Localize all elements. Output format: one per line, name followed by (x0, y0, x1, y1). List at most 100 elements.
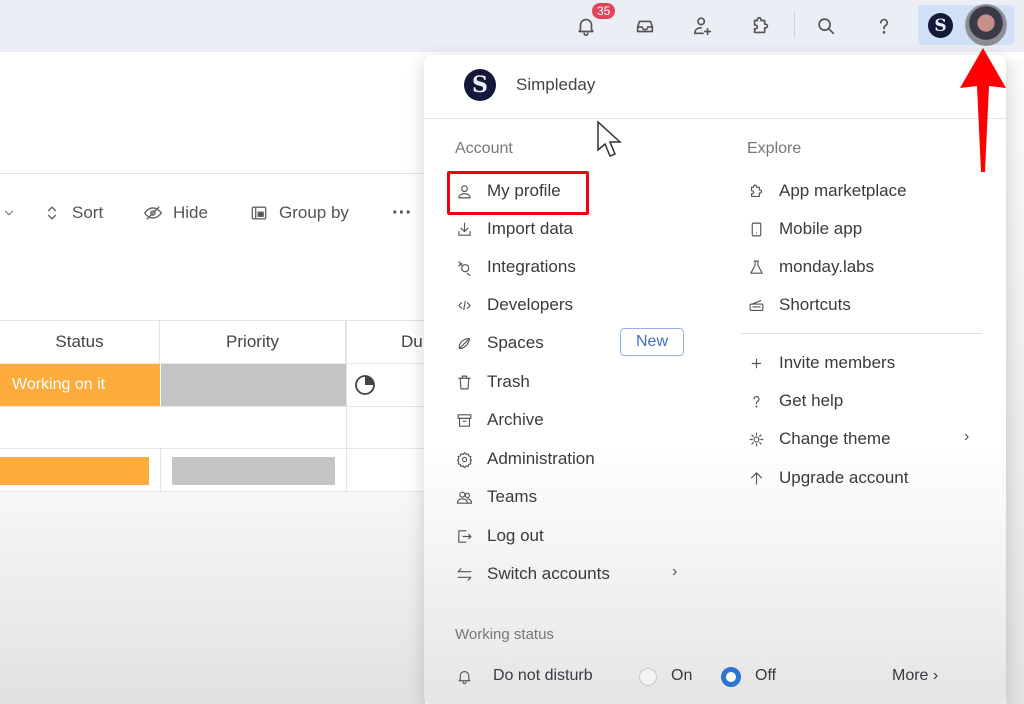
menu-item-label: Shortcuts (779, 295, 851, 314)
menu-item-upgrade-account[interactable]: Upgrade account (747, 463, 908, 493)
user-avatar[interactable] (965, 4, 1007, 46)
priority-cell[interactable] (161, 364, 346, 406)
menu-item-shortcuts[interactable]: Shortcuts (747, 290, 851, 320)
board-right-edge (1006, 60, 1024, 704)
sort-label: Sort (72, 203, 104, 222)
menu-item-label: Administration (487, 449, 595, 468)
menu-item-log-out[interactable]: Log out (455, 521, 544, 551)
search-icon (818, 18, 835, 35)
inbox-button[interactable] (628, 10, 662, 42)
column-header-status[interactable]: Status (0, 321, 160, 363)
more-options-button[interactable]: ··· (392, 200, 412, 226)
menu-item-monday-labs[interactable]: monday.labs (747, 252, 874, 282)
dnd-on-radio[interactable] (639, 668, 657, 686)
chevron-right-icon: › (932, 667, 939, 684)
trash-icon (457, 375, 471, 389)
filter-dropdown-chevron[interactable] (2, 200, 16, 226)
integrations-icon (457, 260, 471, 276)
menu-item-label: Mobile app (779, 219, 863, 238)
notifications-count-badge: 35 (590, 1, 618, 21)
menu-item-label: Upgrade account (779, 468, 909, 487)
menu-item-label: Archive (487, 410, 544, 429)
menu-item-teams[interactable]: Teams (455, 482, 537, 512)
status-label: Working on it (12, 376, 106, 393)
priority-summary-bar (172, 457, 335, 485)
menu-item-developers[interactable]: Developers (455, 290, 573, 320)
dnd-on-label: On (671, 667, 693, 684)
invite-user-button[interactable] (686, 10, 720, 42)
cell-divider (160, 448, 161, 492)
menu-item-spaces[interactable]: Spaces (455, 328, 544, 358)
plus-icon (751, 358, 761, 368)
hide-eye-icon (143, 206, 163, 220)
org-name[interactable]: Simpleday (516, 75, 595, 95)
column-header-priority[interactable]: Priority (160, 321, 346, 363)
flask-icon (749, 260, 763, 274)
menu-item-my-profile[interactable]: My profile (455, 176, 561, 206)
menu-item-trash[interactable]: Trash (455, 367, 530, 397)
archive-icon (457, 413, 471, 427)
org-logo-icon: S (464, 69, 496, 101)
user-icon (457, 184, 471, 198)
chevron-down-icon (5, 210, 13, 216)
do-not-disturb-label: Do not disturb (493, 667, 593, 684)
menu-item-import-data[interactable]: Import data (455, 214, 573, 244)
menu-item-invite-members[interactable]: Invite members (747, 348, 895, 378)
group-by-button[interactable]: Group by (249, 200, 349, 226)
menu-item-label: Invite members (779, 353, 896, 372)
top-bar: 35 S (0, 0, 1024, 52)
logout-icon (457, 529, 471, 543)
topbar-divider (794, 12, 795, 38)
menu-item-change-theme[interactable]: Change theme (747, 424, 891, 454)
help-button[interactable] (867, 10, 901, 42)
help-icon (879, 18, 888, 34)
account-dropdown-menu: S Simpleday Account Explore My profile I… (424, 55, 1006, 704)
menu-item-label: Get help (779, 391, 844, 410)
explore-divider (740, 333, 982, 334)
menu-item-integrations[interactable]: Integrations (455, 252, 576, 282)
planet-icon (458, 337, 470, 349)
invite-user-icon (693, 17, 712, 36)
menu-item-label: Import data (487, 219, 573, 238)
menu-item-archive[interactable]: Archive (455, 405, 544, 435)
status-cell[interactable]: Working on it (0, 364, 160, 406)
teams-icon (456, 491, 472, 504)
menu-item-administration[interactable]: Administration (455, 444, 595, 474)
working-status-more-button[interactable]: More › (892, 667, 938, 685)
gear-icon (456, 451, 472, 468)
column-header-duration-label: Du (401, 332, 423, 351)
column-header-duration[interactable]: Du (346, 321, 426, 363)
dnd-off-label: Off (755, 667, 777, 684)
menu-item-mobile-app[interactable]: Mobile app (747, 214, 862, 244)
search-button[interactable] (809, 10, 843, 42)
menu-item-label: Teams (487, 487, 538, 506)
code-icon (457, 300, 471, 310)
account-section-label: Account (455, 140, 513, 157)
menu-item-app-marketplace[interactable]: App marketplace (747, 176, 907, 206)
menu-item-label: Switch accounts (487, 564, 610, 583)
dnd-off-radio[interactable] (721, 667, 741, 687)
switch-accounts-chevron-right-icon[interactable]: › (672, 563, 677, 581)
hide-button[interactable]: Hide (143, 200, 208, 226)
group-by-label: Group by (279, 203, 349, 222)
column-header-status-label: Status (55, 332, 104, 351)
new-badge: New (620, 328, 684, 356)
menu-item-label: Change theme (779, 429, 891, 448)
hide-label: Hide (173, 203, 208, 222)
apps-puzzle-icon (753, 16, 769, 34)
sort-button[interactable]: Sort (42, 200, 103, 226)
pie-timer-icon (355, 375, 375, 395)
change-theme-chevron-right-icon[interactable]: › (964, 428, 969, 446)
status-summary-bar (0, 457, 149, 485)
duration-cell-icon[interactable] (353, 373, 377, 397)
column-header-priority-label: Priority (226, 332, 279, 351)
apps-button[interactable] (744, 10, 778, 42)
menu-item-switch-accounts[interactable]: Switch accounts (455, 559, 610, 589)
sun-icon (749, 432, 763, 446)
menu-item-get-help[interactable]: Get help (747, 386, 843, 416)
menu-item-label: monday.labs (779, 257, 875, 276)
explore-section-label: Explore (747, 140, 802, 157)
import-icon (457, 222, 471, 236)
working-status-label: Working status (455, 626, 554, 643)
org-logo-icon: S (928, 13, 953, 38)
